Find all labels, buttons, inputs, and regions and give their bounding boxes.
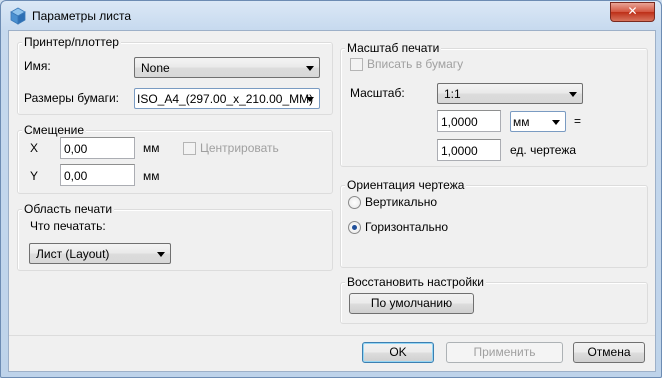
scale-drawing-units-input[interactable]: 1,0000 xyxy=(437,139,501,161)
scale-value: 1:1 xyxy=(444,87,461,101)
chevron-down-icon xyxy=(157,252,165,257)
printer-name-select[interactable]: None xyxy=(134,57,320,78)
chevron-down-icon xyxy=(569,92,577,97)
scale-unit-value: мм xyxy=(513,115,530,129)
paper-size-label: Размеры бумаги: xyxy=(24,91,120,105)
close-button[interactable]: ✕ xyxy=(610,2,655,22)
close-icon: ✕ xyxy=(627,4,638,18)
scale-paper-units-value: 1,0000 xyxy=(441,115,478,129)
restore-legend: Восстановить настройки xyxy=(345,275,486,289)
what-to-print-select[interactable]: Лист (Layout) xyxy=(29,243,171,264)
scale-label: Масштаб: xyxy=(350,86,405,100)
fit-to-paper-checkbox[interactable] xyxy=(350,58,363,71)
paper-size-value: ISO_A4_(297.00_x_210.00_MM) xyxy=(137,92,314,106)
offset-x-label: X xyxy=(30,141,39,155)
what-to-print-value: Лист (Layout) xyxy=(36,247,110,261)
printer-legend: Принтер/плоттер xyxy=(22,35,121,49)
print-area-group: Область печати Что печатать: Лист (Layou… xyxy=(17,202,333,271)
portrait-radio[interactable] xyxy=(348,196,361,209)
orientation-group: Ориентация чертежа Вертикально Горизонта… xyxy=(340,178,648,268)
center-label: Центрировать xyxy=(200,141,279,155)
cancel-button[interactable]: Отмена xyxy=(573,342,645,363)
offset-legend: Смещение xyxy=(22,123,87,137)
print-scale-legend: Масштаб печати xyxy=(345,41,442,55)
offset-y-unit: мм xyxy=(143,169,160,183)
scale-drawing-units-value: 1,0000 xyxy=(441,144,478,158)
button-separator xyxy=(9,335,655,336)
dialog-body: Принтер/плоттер Имя: None Размеры бумаги… xyxy=(8,30,656,372)
chevron-down-icon xyxy=(306,97,314,102)
portrait-label: Вертикально xyxy=(365,195,438,209)
offset-group: Смещение X 0,00 мм Центрировать Y 0,00 м… xyxy=(17,123,333,194)
offset-y-value: 0,00 xyxy=(64,169,88,183)
printer-name-value: None xyxy=(141,61,170,75)
printer-group: Принтер/плоттер Имя: None Размеры бумаги… xyxy=(17,35,333,115)
orientation-legend: Ориентация чертежа xyxy=(345,178,467,192)
offset-y-input[interactable]: 0,00 xyxy=(60,164,135,186)
title-bar[interactable]: Параметры листа ✕ xyxy=(1,1,661,31)
apply-button[interactable]: Применить xyxy=(446,342,563,363)
scale-unit-select[interactable]: мм xyxy=(510,111,566,132)
offset-x-input[interactable]: 0,00 xyxy=(60,137,135,159)
print-scale-group: Масштаб печати Вписать в бумагу Масштаб:… xyxy=(340,41,648,167)
fit-to-paper-label: Вписать в бумагу xyxy=(367,57,464,71)
landscape-label: Горизонтально xyxy=(365,220,449,234)
paper-size-select[interactable]: ISO_A4_(297.00_x_210.00_MM) xyxy=(134,88,320,109)
offset-x-value: 0,00 xyxy=(64,142,88,156)
scale-paper-units-input[interactable]: 1,0000 xyxy=(437,110,501,132)
restore-defaults-button[interactable]: По умолчанию xyxy=(349,293,474,314)
offset-y-label: Y xyxy=(30,169,39,183)
cube-icon xyxy=(10,7,26,25)
scale-select[interactable]: 1:1 xyxy=(437,83,583,104)
ok-button[interactable]: OK xyxy=(362,342,434,363)
chevron-down-icon xyxy=(306,66,314,71)
center-checkbox[interactable] xyxy=(183,142,196,155)
landscape-radio[interactable] xyxy=(348,221,361,234)
window-title: Параметры листа xyxy=(32,9,132,23)
offset-x-unit: мм xyxy=(143,141,160,155)
what-to-print-label: Что печатать: xyxy=(30,219,106,233)
equals-sign: = xyxy=(574,114,582,128)
restore-group: Восстановить настройки По умолчанию xyxy=(340,275,648,324)
print-area-legend: Область печати xyxy=(22,202,115,216)
chevron-down-icon xyxy=(552,120,560,125)
printer-name-label: Имя: xyxy=(24,59,51,73)
dialog-window: Параметры листа ✕ Принтер/плоттер Имя: N… xyxy=(0,0,662,378)
drawing-units-label: ед. чертежа xyxy=(510,143,577,157)
